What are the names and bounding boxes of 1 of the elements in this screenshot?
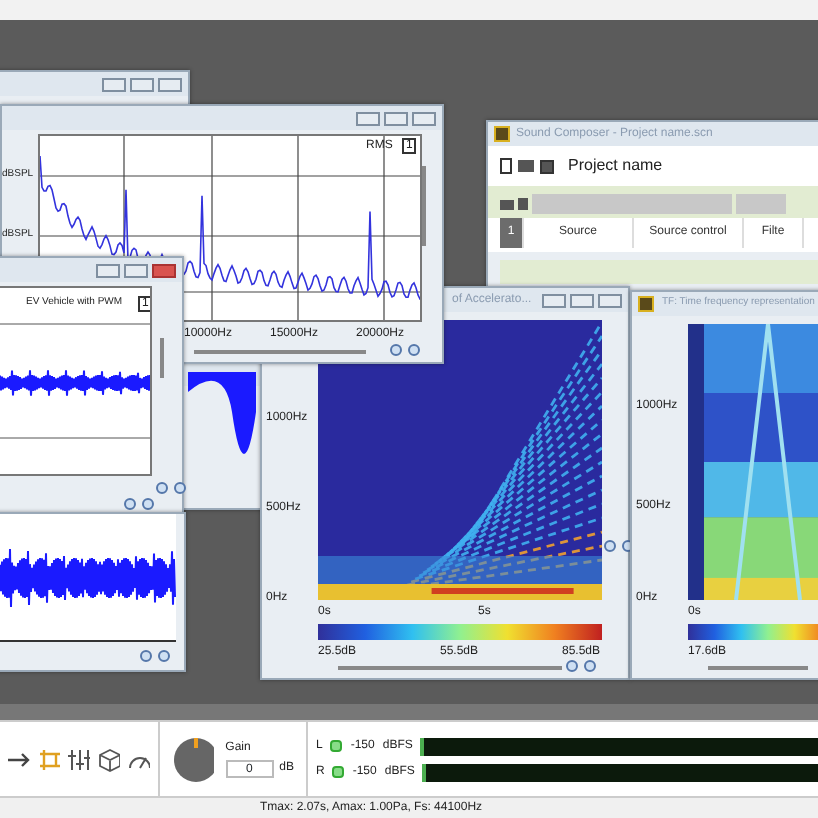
project-name: Project name xyxy=(568,154,663,178)
